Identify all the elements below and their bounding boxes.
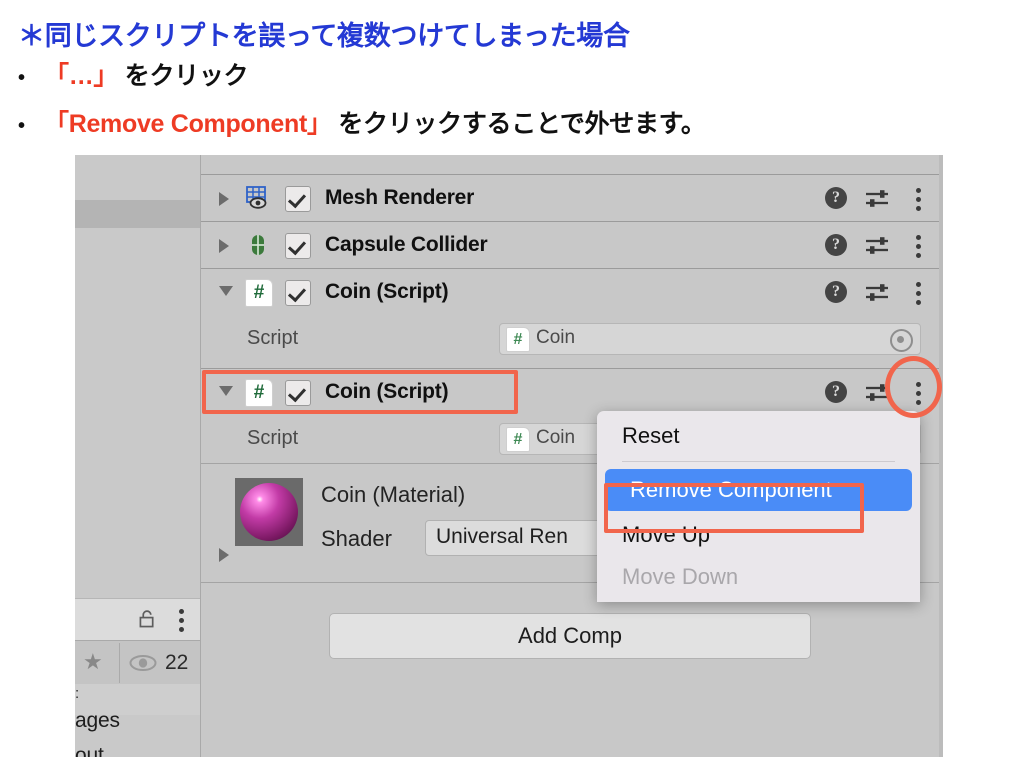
kebab-menu-icon[interactable]: [916, 382, 921, 409]
menu-item-move-down: Move Down: [622, 564, 739, 589]
help-icon[interactable]: ?: [825, 234, 847, 256]
component-title: Coin (Script): [325, 280, 449, 303]
menu-item-copy-component[interactable]: Copy Component: [597, 598, 920, 602]
hierarchy-selected-row[interactable]: [75, 200, 200, 228]
preset-settings-icon[interactable]: [865, 235, 889, 256]
chevron-right-icon[interactable]: [219, 239, 229, 253]
bullet-marker: •: [18, 67, 25, 89]
slide-text-block: ＊同じスクリプトを誤って複数つけてしまった場合 • 「…」 をクリック • 「Rem…: [0, 0, 1024, 150]
help-icon[interactable]: ?: [825, 281, 847, 303]
component-enabled-checkbox[interactable]: [285, 380, 311, 406]
menu-item-move-up[interactable]: Move Up: [597, 514, 920, 556]
inspector-scrollbar[interactable]: [939, 155, 943, 757]
chevron-down-icon[interactable]: [219, 286, 233, 296]
list-item[interactable]: out: [75, 744, 104, 757]
csharp-script-icon: #: [506, 427, 530, 452]
component-icon: [245, 155, 271, 166]
shader-label: Shader: [321, 526, 392, 551]
hierarchy-panel[interactable]: [75, 155, 200, 598]
component-enabled-checkbox[interactable]: [285, 186, 311, 212]
bullet-item-2: • 「Remove Component」 をクリックすることで外せます。: [18, 104, 706, 140]
component-row-capsule-collider[interactable]: Capsule Collider ?: [201, 221, 943, 269]
bullet-rest-1: をクリック: [118, 62, 249, 90]
shader-value: Universal Ren: [436, 525, 568, 548]
component-title: Capsule Collider: [325, 233, 488, 256]
component-context-menu: Reset Remove Component Move Up Move Down…: [597, 411, 920, 602]
project-header: :: [75, 685, 80, 702]
component-enabled-checkbox[interactable]: [285, 280, 311, 306]
help-icon[interactable]: ?: [825, 187, 847, 209]
component-row-mesh-renderer[interactable]: Mesh Renderer ?: [201, 174, 943, 222]
page-title: ＊同じスクリプトを誤って複数つけてしまった場合: [18, 21, 630, 51]
csharp-script-icon: #: [506, 327, 530, 352]
bullet-marker: •: [18, 115, 25, 137]
preset-settings-icon[interactable]: [865, 382, 889, 403]
field-label: Script: [247, 327, 299, 349]
script-object-name: Coin: [536, 327, 576, 348]
kebab-menu-icon[interactable]: [916, 282, 921, 309]
script-field-row-1: Script # Coin: [201, 315, 943, 361]
add-component-button[interactable]: Add Comp: [329, 613, 811, 659]
csharp-script-icon: #: [245, 279, 273, 307]
preset-settings-icon[interactable]: [865, 188, 889, 209]
component-enabled-checkbox[interactable]: [285, 233, 311, 259]
chevron-right-icon[interactable]: [219, 192, 229, 206]
object-picker-icon[interactable]: [890, 329, 913, 352]
capsule-collider-icon: [245, 232, 271, 258]
unity-editor-screenshot: ★ 22 : ages out aterials enes: [75, 155, 943, 757]
script-object-field[interactable]: # Coin: [499, 323, 921, 355]
csharp-script-icon: #: [245, 379, 273, 407]
bullet-item-1: • 「…」 をクリック: [18, 56, 249, 92]
list-item[interactable]: ages: [75, 709, 120, 733]
chevron-down-icon[interactable]: [219, 386, 233, 396]
help-icon[interactable]: ?: [825, 381, 847, 403]
menu-item-remove-component[interactable]: Remove Component: [605, 469, 912, 511]
kebab-menu-icon[interactable]: [916, 235, 921, 262]
component-title: Mesh Renderer: [325, 186, 475, 209]
field-label: Script: [247, 427, 299, 449]
menu-item-reset[interactable]: Reset: [597, 415, 920, 457]
bullet-quoted-2: 「Remove Component」: [44, 110, 332, 138]
project-folder-list: : ages out aterials enes: [75, 597, 200, 757]
add-component-area: Add Comp: [201, 582, 943, 743]
kebab-menu-icon[interactable]: [916, 188, 921, 215]
bullet-rest-2: をクリックすることで外せます。: [331, 110, 706, 138]
mesh-renderer-icon: [245, 185, 271, 211]
bullet-quoted-1: 「…」: [44, 62, 119, 90]
preset-settings-icon[interactable]: [865, 282, 889, 303]
component-row-coin-script-2[interactable]: # Coin (Script) ?: [201, 368, 943, 416]
left-panel: ★ 22 : ages out aterials enes: [75, 155, 201, 757]
script-object-name: Coin: [536, 427, 576, 448]
component-row-coin-script-1[interactable]: # Coin (Script) ?: [201, 268, 943, 316]
component-title: Coin (Script): [325, 380, 449, 403]
menu-separator: [622, 461, 895, 462]
chevron-right-icon[interactable]: [219, 548, 229, 562]
material-sphere-preview: [235, 478, 303, 546]
material-name: Coin (Material): [321, 482, 466, 507]
